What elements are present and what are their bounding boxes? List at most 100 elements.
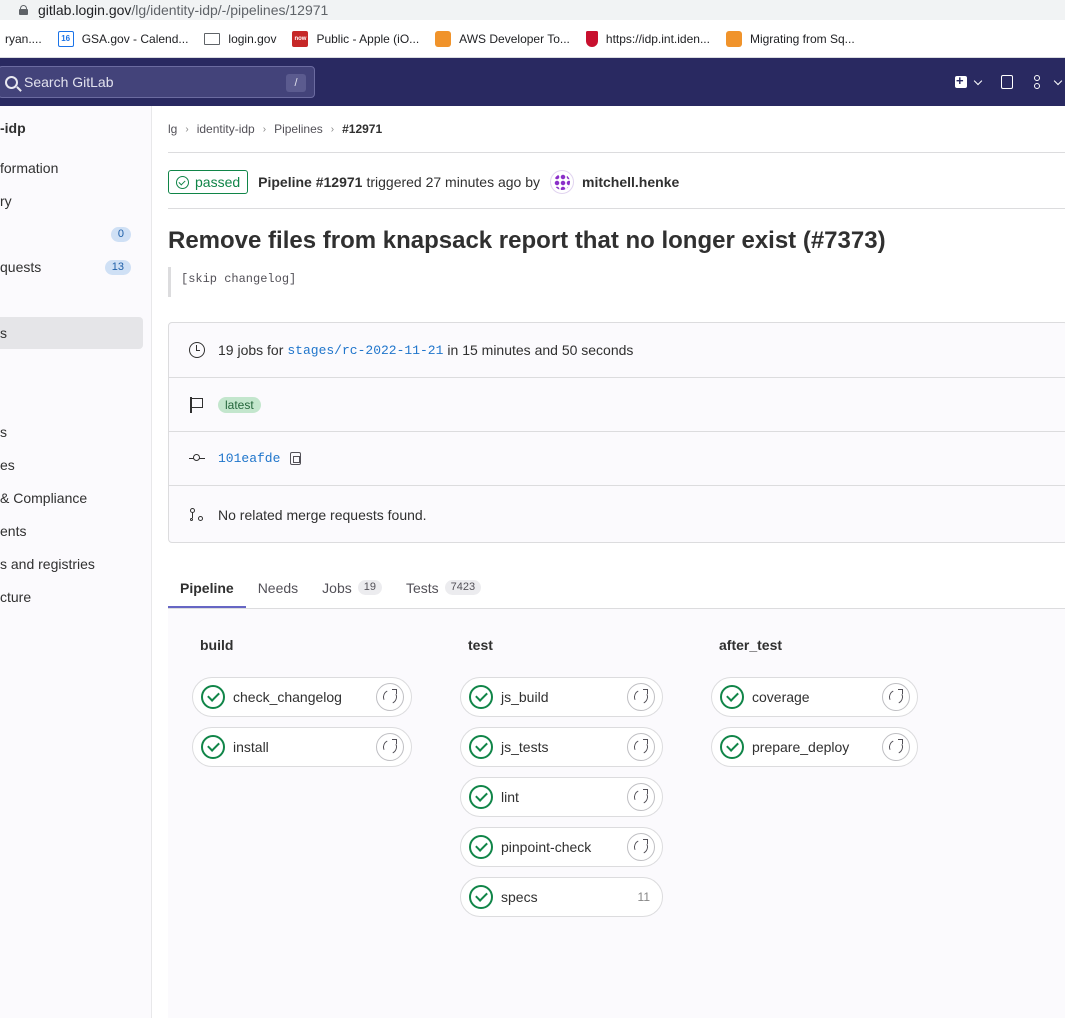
stage-title: build (200, 637, 234, 653)
create-new-button[interactable] (955, 73, 983, 88)
sidebar-item-repository[interactable]: ry (0, 185, 143, 217)
bookmark-label: GSA.gov - Calend... (81, 31, 189, 46)
sidebar-item-merge-requests[interactable]: quests 13 (0, 251, 143, 283)
sidebar-item-ci-cd[interactable]: s (0, 317, 143, 349)
branch-link[interactable]: stages/rc-2022-11-21 (287, 343, 443, 358)
nav-actions (955, 58, 1065, 106)
url-text[interactable]: gitlab.login.gov/lg/identity-idp/-/pipel… (38, 2, 328, 18)
tab-count-badge: 19 (357, 580, 382, 595)
tab-count-badge: 7423 (444, 580, 482, 595)
bookmark-aws-developer[interactable]: AWS Developer To... (435, 30, 570, 47)
servicenow-icon: now (292, 30, 309, 47)
bookmark-label: Migrating from Sq... (749, 31, 855, 46)
breadcrumb-current[interactable]: #12971 (342, 122, 382, 136)
sidebar-item-label: s and registries (0, 556, 95, 572)
merge-requests-button[interactable] (1033, 75, 1063, 89)
sidebar-item-infrastructure[interactable]: cture (0, 581, 143, 613)
retry-icon[interactable] (627, 733, 655, 761)
avatar[interactable] (550, 170, 575, 194)
job-name: specs (501, 889, 538, 905)
lock-icon (19, 5, 28, 15)
bookmark-idp-int[interactable]: https://idp.int.iden... (585, 30, 710, 47)
aws-cube-icon (435, 30, 452, 47)
parallel-job-count: 11 (637, 890, 650, 904)
sidebar-item-deployments[interactable]: s (0, 416, 143, 448)
job-name: coverage (752, 689, 810, 705)
triggered-text: triggered 27 minutes ago by (366, 174, 541, 190)
tab-tests[interactable]: Tests 7423 (394, 567, 493, 608)
copy-icon[interactable] (290, 452, 302, 465)
issues-icon (1001, 75, 1013, 89)
breadcrumb-project[interactable]: identity-idp (197, 122, 255, 136)
job-coverage[interactable]: coverage (711, 677, 918, 717)
job-lint[interactable]: lint (460, 777, 663, 817)
pipeline-info-box: 19 jobs for stages/rc-2022-11-21 in 15 m… (168, 322, 1065, 543)
job-specs[interactable]: specs 11 (460, 877, 663, 917)
sidebar-item-packages-registries[interactable]: s and registries (0, 548, 143, 580)
latest-badge: latest (218, 396, 261, 413)
sidebar-item-label: s (0, 424, 7, 440)
search-input[interactable]: Search GitLab / (0, 66, 315, 98)
retry-icon[interactable] (882, 683, 910, 711)
duration-text: in 15 minutes and 50 seconds (447, 342, 634, 358)
status-badge[interactable]: passed (168, 170, 249, 194)
chevron-right-icon: › (262, 123, 267, 135)
sidebar-item-environments[interactable]: ents (0, 515, 143, 547)
breadcrumb-group[interactable]: lg (168, 122, 177, 136)
job-check-changelog[interactable]: check_changelog (192, 677, 412, 717)
stage-title: test (468, 637, 493, 653)
bookmark-login-gov[interactable]: login.gov (204, 32, 276, 46)
author-link[interactable]: mitchell.henke (582, 174, 679, 190)
tab-jobs[interactable]: Jobs 19 (310, 567, 394, 608)
status-success-icon (176, 175, 189, 189)
divider (168, 152, 1065, 153)
calendar-icon: 16 (57, 30, 74, 47)
bookmark-gsa-calendar[interactable]: 16 GSA.gov - Calend... (57, 30, 189, 47)
issues-button[interactable] (1001, 75, 1013, 89)
job-name: lint (501, 789, 519, 805)
folder-icon (204, 32, 221, 45)
retry-icon[interactable] (882, 733, 910, 761)
tab-label: Jobs (322, 579, 352, 596)
status-success-icon (469, 835, 493, 859)
job-js-build[interactable]: js_build (460, 677, 663, 717)
bookmark-ryan[interactable]: ryan.... (5, 32, 42, 46)
sidebar-item-packages[interactable]: es (0, 449, 143, 481)
commit-sha-link[interactable]: 101eafde (218, 451, 280, 466)
browser-url-bar[interactable]: gitlab.login.gov/lg/identity-idp/-/pipel… (0, 0, 1065, 20)
sidebar-item-label: ents (0, 523, 27, 539)
jobs-count-text: 19 jobs for (218, 342, 284, 358)
plus-square-icon (955, 73, 967, 88)
project-name[interactable]: -idp (0, 120, 26, 136)
tab-pipeline[interactable]: Pipeline (168, 567, 246, 608)
tab-needs[interactable]: Needs (246, 567, 310, 608)
retry-icon[interactable] (376, 683, 404, 711)
chevron-down-icon (1053, 76, 1063, 85)
job-install[interactable]: install (192, 727, 412, 767)
retry-icon[interactable] (376, 733, 404, 761)
bookmark-migrating[interactable]: Migrating from Sq... (725, 30, 855, 47)
sidebar-item-issues[interactable]: 0 (0, 218, 143, 250)
chevron-right-icon: › (185, 123, 189, 135)
job-js-tests[interactable]: js_tests (460, 727, 663, 767)
breadcrumb-pipelines[interactable]: Pipelines (274, 122, 323, 136)
sidebar-item-label: & Compliance (0, 490, 88, 506)
stage-title: after_test (719, 637, 783, 653)
commit-icon (189, 451, 205, 467)
job-prepare-deploy[interactable]: prepare_deploy (711, 727, 918, 767)
bookmark-label: ryan.... (5, 31, 42, 46)
job-name: js_tests (501, 739, 549, 755)
no-merge-requests-text: No related merge requests found. (218, 506, 427, 523)
retry-icon[interactable] (627, 783, 655, 811)
sidebar-item-label: ry (0, 193, 12, 209)
retry-icon[interactable] (627, 683, 655, 711)
bookmark-public-apple[interactable]: now Public - Apple (iO... (292, 30, 419, 47)
merge-request-icon (189, 507, 205, 523)
job-pinpoint-check[interactable]: pinpoint-check (460, 827, 663, 867)
sidebar-item-security-compliance[interactable]: & Compliance (0, 482, 143, 514)
jobs-summary-row: 19 jobs for stages/rc-2022-11-21 in 15 m… (169, 323, 1065, 377)
retry-icon[interactable] (627, 833, 655, 861)
sidebar-item-project-information[interactable]: formation (0, 152, 143, 184)
tab-label: Needs (257, 579, 299, 596)
chevron-right-icon: › (330, 123, 335, 135)
